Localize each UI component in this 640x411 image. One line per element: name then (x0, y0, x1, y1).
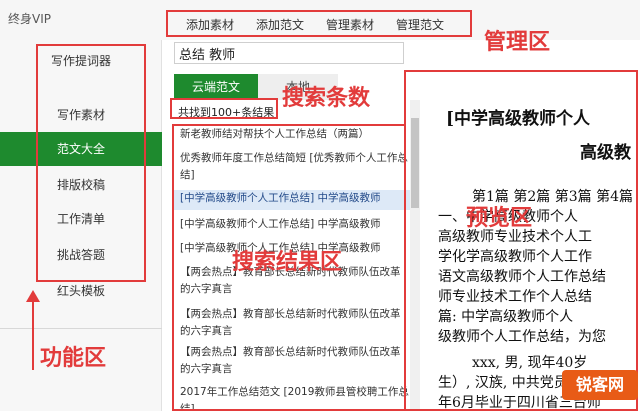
list-item[interactable]: [中学高级教师个人工作总结] 中学高级教师 (174, 216, 410, 234)
menu-manage-material[interactable]: 管理素材 (326, 16, 374, 33)
function-area-annotation-label: 功能区 (40, 346, 107, 371)
menu-add-material[interactable]: 添加素材 (186, 16, 234, 33)
tab-cloud-essays[interactable]: 云端范文 (174, 74, 258, 100)
sidebar-divider (0, 328, 162, 329)
list-item[interactable]: 【两会热点】教育部长总结新时代教师队伍改革的六字真言 (174, 306, 410, 342)
sidebar-item-sample-essays[interactable]: 范文大全 (0, 132, 162, 166)
preview-body-line: 学化学高级教师个人工作 (438, 249, 592, 265)
preview-pane: [中学高级教师个人 高级教 第1篇 第2篇 第3篇 第4篇 一、中学高级教师个人… (420, 66, 640, 411)
list-item[interactable]: 2017年工作总结范文 [2019教师县管校聘工作总结] (174, 384, 410, 411)
preview-body-line: 师专业技术工作个人总结 (438, 289, 592, 305)
search-input[interactable] (174, 42, 404, 64)
sidebar-item-work-list[interactable]: 工作清单 (0, 202, 162, 236)
result-count-annotation-label: 搜索条数 (282, 86, 371, 111)
vip-label: 终身VIP (8, 12, 51, 26)
results-annotation-label: 搜索结果区 (232, 250, 343, 275)
manage-area-annotation-label: 管理区 (484, 30, 551, 55)
preview-title-line: [中学高级教师个人 (446, 109, 591, 129)
menu-add-essay[interactable]: 添加范文 (256, 16, 304, 33)
scrollbar-thumb[interactable] (411, 118, 419, 208)
preview-annotation-label: 预览区 (466, 206, 533, 231)
list-item[interactable]: 优秀教师年度工作总结简短 [优秀教师个人工作总结] (174, 150, 410, 186)
menu-manage-essay[interactable]: 管理范文 (396, 16, 444, 33)
sidebar-item-typesetting[interactable]: 排版校稿 (0, 168, 162, 202)
list-item[interactable]: [中学高级教师个人工作总结] 中学高级教师 (174, 190, 410, 210)
list-item[interactable]: 【两会热点】教育部长总结新时代教师队伍改革的六字真言 (174, 344, 410, 380)
list-item[interactable]: 新老教师结对帮扶个人工作总结（两篇） (174, 126, 410, 144)
preview-body-line: xxx, 男, 现年40岁 (472, 355, 588, 371)
arrow-shaft (32, 300, 34, 370)
sidebar-item-quiz-challenge[interactable]: 挑战答题 (0, 238, 162, 272)
sidebar-item-red-header-template[interactable]: 红头模板 (0, 274, 162, 308)
result-count: 共找到100+条结果 (178, 106, 275, 119)
preview-body-line: 语文高级教师个人工作总结 (438, 269, 606, 285)
preview-body-line: 级教师个人工作总结，为您 (438, 329, 606, 345)
preview-title-line: 高级教 (580, 143, 631, 163)
sidebar-item-writing-prompter[interactable]: 写作提词器 (0, 44, 162, 78)
preview-body-line: 生）, 汉族, 中共党员, (438, 375, 573, 391)
preview-body-line: 篇: 中学高级教师个人 (438, 309, 574, 325)
watermark-logo: 锐客网 (562, 370, 638, 400)
sidebar-item-writing-materials[interactable]: 写作素材 (0, 98, 162, 132)
